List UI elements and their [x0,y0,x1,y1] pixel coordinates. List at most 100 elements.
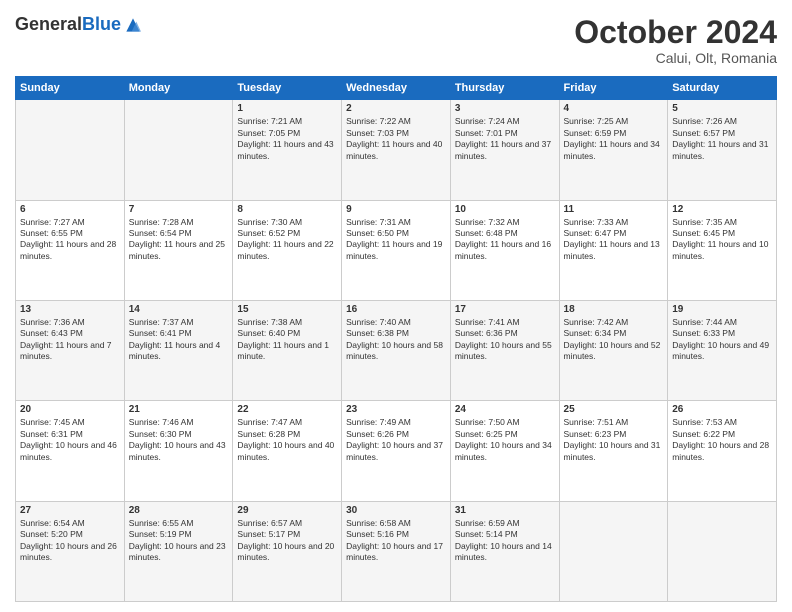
day-detail: Sunrise: 7:32 AMSunset: 6:48 PMDaylight:… [455,217,551,261]
calendar-cell [668,501,777,601]
day-number: 23 [346,404,446,415]
day-number: 1 [237,103,337,114]
calendar-cell: 22 Sunrise: 7:47 AMSunset: 6:28 PMDayligh… [233,401,342,501]
weekday-header: Tuesday [233,77,342,100]
day-detail: Sunrise: 6:54 AMSunset: 5:20 PMDaylight:… [20,518,117,562]
calendar-cell: 3 Sunrise: 7:24 AMSunset: 7:01 PMDaylight… [450,100,559,200]
day-detail: Sunrise: 7:28 AMSunset: 6:54 PMDaylight:… [129,217,225,261]
day-detail: Sunrise: 6:59 AMSunset: 5:14 PMDaylight:… [455,518,552,562]
day-number: 22 [237,404,337,415]
day-number: 24 [455,404,555,415]
day-detail: Sunrise: 7:30 AMSunset: 6:52 PMDaylight:… [237,217,333,261]
calendar-cell: 1Sunrise: 7:21 AMSunset: 7:05 PMDaylight… [233,100,342,200]
logo-general: GeneralBlue [15,15,121,35]
day-number: 6 [20,204,120,215]
calendar-cell [559,501,668,601]
logo: GeneralBlue [15,15,143,35]
day-number: 30 [346,505,446,516]
calendar-header: SundayMondayTuesdayWednesdayThursdayFrid… [16,77,777,100]
day-detail: Sunrise: 6:57 AMSunset: 5:17 PMDaylight:… [237,518,334,562]
calendar-cell [124,100,233,200]
calendar-cell: 26 Sunrise: 7:53 AMSunset: 6:22 PMDayligh… [668,401,777,501]
day-number: 20 [20,404,120,415]
title-block: October 2024 Calui, Olt, Romania [574,15,777,66]
day-number: 11 [564,204,664,215]
day-detail: Sunrise: 7:42 AMSunset: 6:34 PMDaylight:… [564,317,661,361]
calendar-cell: 24 Sunrise: 7:50 AMSunset: 6:25 PMDayligh… [450,401,559,501]
day-detail: Sunrise: 7:49 AMSunset: 6:26 PMDaylight:… [346,417,443,461]
day-number: 28 [129,505,229,516]
calendar-cell: 21 Sunrise: 7:46 AMSunset: 6:30 PMDayligh… [124,401,233,501]
day-number: 3 [455,103,555,114]
day-detail: Sunrise: 7:22 AMSunset: 7:03 PMDaylight:… [346,116,442,160]
day-detail: Sunrise: 7:53 AMSunset: 6:22 PMDaylight:… [672,417,769,461]
calendar-cell: 9 Sunrise: 7:31 AMSunset: 6:50 PMDaylight… [342,200,451,300]
calendar-cell: 16 Sunrise: 7:40 AMSunset: 6:38 PMDayligh… [342,300,451,400]
location: Calui, Olt, Romania [574,50,777,66]
header-row: SundayMondayTuesdayWednesdayThursdayFrid… [16,77,777,100]
day-detail: Sunrise: 7:24 AMSunset: 7:01 PMDaylight:… [455,116,551,160]
day-number: 2 [346,103,446,114]
logo-icon [123,15,143,35]
day-detail: Sunrise: 7:46 AMSunset: 6:30 PMDaylight:… [129,417,226,461]
day-number: 31 [455,505,555,516]
day-number: 7 [129,204,229,215]
calendar-cell: 31 Sunrise: 6:59 AMSunset: 5:14 PMDayligh… [450,501,559,601]
weekday-header: Wednesday [342,77,451,100]
calendar-week: 27 Sunrise: 6:54 AMSunset: 5:20 PMDayligh… [16,501,777,601]
calendar-cell: 25Sunrise: 7:51 AMSunset: 6:23 PMDayligh… [559,401,668,501]
day-number: 16 [346,304,446,315]
day-number: 27 [20,505,120,516]
day-number: 15 [237,304,337,315]
day-detail: Sunrise: 7:33 AMSunset: 6:47 PMDaylight:… [564,217,660,261]
calendar-page: GeneralBlue October 2024 Calui, Olt, Rom… [0,0,792,612]
day-detail: Sunrise: 7:44 AMSunset: 6:33 PMDaylight:… [672,317,769,361]
day-number: 14 [129,304,229,315]
calendar-cell: 14Sunrise: 7:37 AMSunset: 6:41 PMDayligh… [124,300,233,400]
day-number: 5 [672,103,772,114]
calendar-cell: 15Sunrise: 7:38 AMSunset: 6:40 PMDayligh… [233,300,342,400]
day-number: 19 [672,304,772,315]
calendar-cell: 27 Sunrise: 6:54 AMSunset: 5:20 PMDayligh… [16,501,125,601]
weekday-header: Saturday [668,77,777,100]
calendar-cell: 19 Sunrise: 7:44 AMSunset: 6:33 PMDayligh… [668,300,777,400]
day-number: 21 [129,404,229,415]
day-number: 25 [564,404,664,415]
day-detail: Sunrise: 6:58 AMSunset: 5:16 PMDaylight:… [346,518,443,562]
day-detail: Sunrise: 7:35 AMSunset: 6:45 PMDaylight:… [672,217,768,261]
day-detail: Sunrise: 7:40 AMSunset: 6:38 PMDaylight:… [346,317,443,361]
day-detail: Sunrise: 7:47 AMSunset: 6:28 PMDaylight:… [237,417,334,461]
day-detail: Sunrise: 6:55 AMSunset: 5:19 PMDaylight:… [129,518,226,562]
calendar-week: 1Sunrise: 7:21 AMSunset: 7:05 PMDaylight… [16,100,777,200]
calendar-cell: 5 Sunrise: 7:26 AMSunset: 6:57 PMDaylight… [668,100,777,200]
calendar-cell: 2 Sunrise: 7:22 AMSunset: 7:03 PMDaylight… [342,100,451,200]
calendar-table: SundayMondayTuesdayWednesdayThursdayFrid… [15,76,777,602]
calendar-cell: 30 Sunrise: 6:58 AMSunset: 5:16 PMDayligh… [342,501,451,601]
month-title: October 2024 [574,15,777,50]
calendar-week: 20Sunrise: 7:45 AMSunset: 6:31 PMDayligh… [16,401,777,501]
day-number: 26 [672,404,772,415]
calendar-cell [16,100,125,200]
calendar-week: 13Sunrise: 7:36 AMSunset: 6:43 PMDayligh… [16,300,777,400]
calendar-cell: 7 Sunrise: 7:28 AMSunset: 6:54 PMDaylight… [124,200,233,300]
day-detail: Sunrise: 7:50 AMSunset: 6:25 PMDaylight:… [455,417,552,461]
weekday-header: Thursday [450,77,559,100]
day-number: 9 [346,204,446,215]
calendar-cell: 12Sunrise: 7:35 AMSunset: 6:45 PMDayligh… [668,200,777,300]
calendar-cell: 18Sunrise: 7:42 AMSunset: 6:34 PMDayligh… [559,300,668,400]
calendar-body: 1Sunrise: 7:21 AMSunset: 7:05 PMDaylight… [16,100,777,602]
calendar-cell: 4Sunrise: 7:25 AMSunset: 6:59 PMDaylight… [559,100,668,200]
weekday-header: Friday [559,77,668,100]
header: GeneralBlue October 2024 Calui, Olt, Rom… [15,15,777,66]
day-number: 8 [237,204,337,215]
calendar-cell: 11 Sunrise: 7:33 AMSunset: 6:47 PMDayligh… [559,200,668,300]
calendar-cell: 6Sunrise: 7:27 AMSunset: 6:55 PMDaylight… [16,200,125,300]
weekday-header: Monday [124,77,233,100]
calendar-cell: 10Sunrise: 7:32 AMSunset: 6:48 PMDayligh… [450,200,559,300]
day-number: 13 [20,304,120,315]
calendar-cell: 13Sunrise: 7:36 AMSunset: 6:43 PMDayligh… [16,300,125,400]
weekday-header: Sunday [16,77,125,100]
day-detail: Sunrise: 7:26 AMSunset: 6:57 PMDaylight:… [672,116,768,160]
day-detail: Sunrise: 7:31 AMSunset: 6:50 PMDaylight:… [346,217,442,261]
day-detail: Sunrise: 7:25 AMSunset: 6:59 PMDaylight:… [564,116,660,160]
